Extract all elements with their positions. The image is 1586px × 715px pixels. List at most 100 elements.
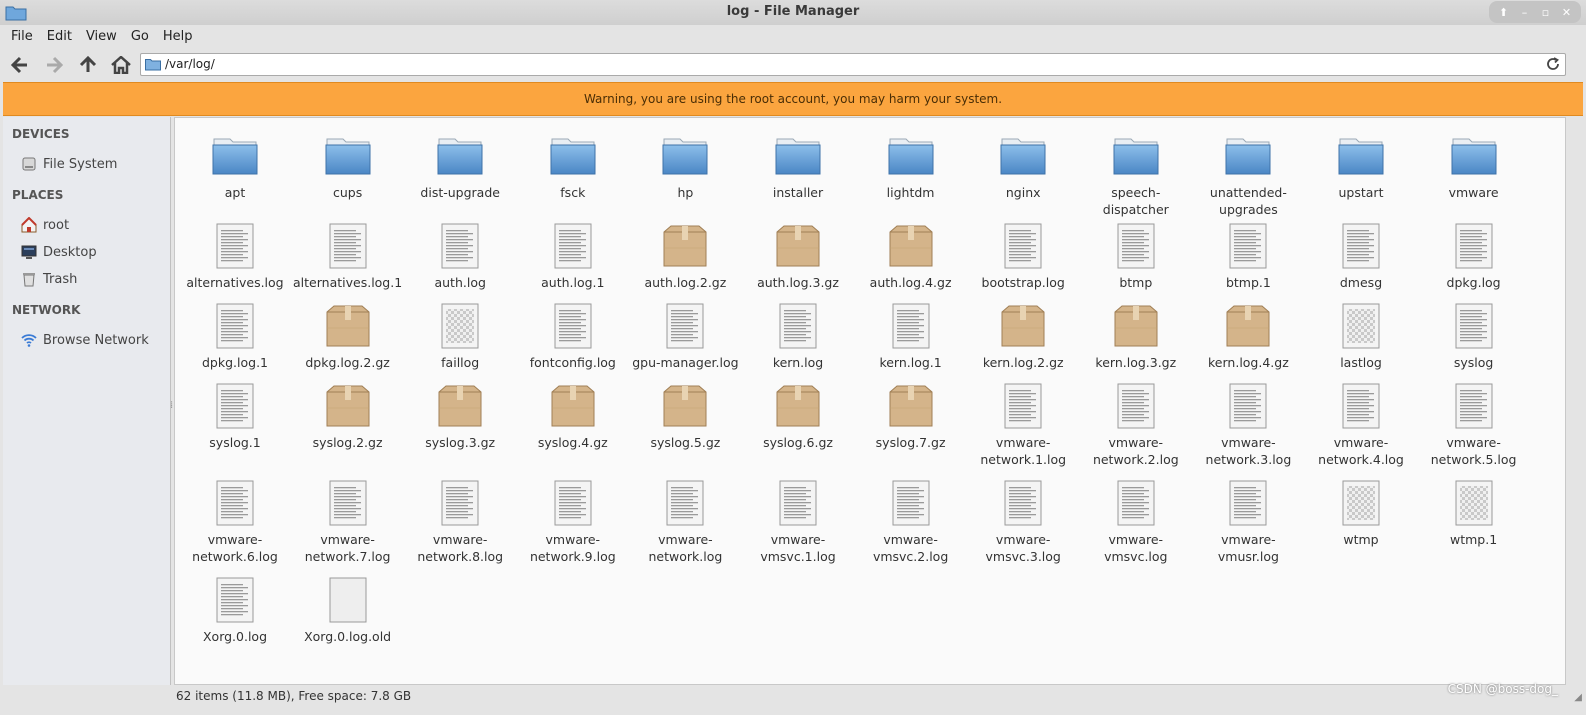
file-item[interactable]: vmware-network.5.log	[1418, 382, 1530, 468]
file-item[interactable]: vmware-network.8.log	[404, 479, 516, 565]
folder-item[interactable]: fsck	[517, 132, 629, 201]
file-item[interactable]: syslog.1	[179, 382, 291, 451]
file-item[interactable]: btmp.1	[1192, 222, 1304, 291]
folder-item[interactable]: nginx	[967, 132, 1079, 201]
folder-item[interactable]: speech-dispatcher	[1080, 132, 1192, 218]
item-label: auth.log	[434, 275, 486, 290]
file-item[interactable]: gpu-manager.log	[629, 302, 741, 371]
folder-item[interactable]: vmware	[1418, 132, 1530, 201]
menu-file[interactable]: File	[4, 29, 40, 44]
item-label: auth.log.1	[541, 275, 605, 290]
folder-icon	[1450, 132, 1498, 180]
file-item[interactable]: syslog.5.gz	[629, 382, 741, 451]
file-item[interactable]: Xorg.0.log	[179, 576, 291, 645]
binary-file-icon	[1337, 479, 1385, 527]
file-item[interactable]: alternatives.log.1	[292, 222, 404, 291]
file-item[interactable]: auth.log.1	[517, 222, 629, 291]
title-bar[interactable]: log - File Manager ⬆ – ▫ ✕	[0, 0, 1586, 25]
folder-item[interactable]: hp	[629, 132, 741, 201]
folder-item[interactable]: unattended-upgrades	[1192, 132, 1304, 218]
up-button[interactable]	[76, 53, 100, 77]
item-label: syslog.7.gz	[875, 435, 946, 450]
folder-item[interactable]: dist-upgrade	[404, 132, 516, 201]
file-item[interactable]: vmware-vmsvc.3.log	[967, 479, 1079, 565]
file-item[interactable]: wtmp	[1305, 479, 1417, 548]
file-item[interactable]: auth.log.2.gz	[629, 222, 741, 291]
forward-button[interactable]	[42, 53, 66, 77]
file-item[interactable]: dmesg	[1305, 222, 1417, 291]
resize-grip[interactable]: ◢	[1574, 692, 1582, 703]
file-item[interactable]: vmware-vmusr.log	[1192, 479, 1304, 565]
file-item[interactable]: vmware-vmsvc.2.log	[855, 479, 967, 565]
file-item[interactable]: vmware-network.3.log	[1192, 382, 1304, 468]
text-file-icon	[1224, 222, 1272, 270]
file-item[interactable]: dpkg.log.1	[179, 302, 291, 371]
file-item[interactable]: vmware-network.9.log	[517, 479, 629, 565]
folder-icon	[1112, 132, 1160, 180]
file-item[interactable]: kern.log.3.gz	[1080, 302, 1192, 371]
file-item[interactable]: kern.log.1	[855, 302, 967, 371]
file-item[interactable]: vmware-network.4.log	[1305, 382, 1417, 468]
file-item[interactable]: auth.log	[404, 222, 516, 291]
menu-go[interactable]: Go	[124, 29, 156, 44]
archive-icon	[887, 382, 935, 430]
desktop-icon	[21, 245, 37, 259]
file-item[interactable]: auth.log.4.gz	[855, 222, 967, 291]
location-bar[interactable]: /var/log/	[140, 53, 1566, 76]
folder-item[interactable]: lightdm	[855, 132, 967, 201]
file-item[interactable]: faillog	[404, 302, 516, 371]
folder-item[interactable]: installer	[742, 132, 854, 201]
file-item[interactable]: dpkg.log.2.gz	[292, 302, 404, 371]
item-label: kern.log.2.gz	[982, 355, 1064, 370]
reload-icon[interactable]	[1545, 56, 1561, 72]
file-item[interactable]: kern.log.2.gz	[967, 302, 1079, 371]
file-item[interactable]: syslog.4.gz	[517, 382, 629, 451]
file-item[interactable]: alternatives.log	[179, 222, 291, 291]
sidebar-item-browse-network[interactable]: Browse Network	[21, 330, 166, 350]
file-item[interactable]: fontconfig.log	[517, 302, 629, 371]
file-item[interactable]: syslog.6.gz	[742, 382, 854, 451]
folder-item[interactable]: cups	[292, 132, 404, 201]
item-label: syslog.1	[209, 435, 261, 450]
file-item[interactable]: syslog.3.gz	[404, 382, 516, 451]
item-label: vmware-vmusr.log	[1217, 532, 1279, 564]
archive-icon	[774, 222, 822, 270]
file-item[interactable]: kern.log	[742, 302, 854, 371]
file-item[interactable]: kern.log.4.gz	[1192, 302, 1304, 371]
file-item[interactable]: vmware-network.2.log	[1080, 382, 1192, 468]
sidebar-item-root[interactable]: root	[21, 215, 166, 235]
minimize-button[interactable]: –	[1518, 5, 1532, 19]
text-file-icon	[999, 479, 1047, 527]
file-item[interactable]: dpkg.log	[1418, 222, 1530, 291]
file-item[interactable]: syslog.2.gz	[292, 382, 404, 451]
home-button[interactable]	[109, 53, 133, 77]
file-item[interactable]: vmware-vmsvc.log	[1080, 479, 1192, 565]
file-item[interactable]: lastlog	[1305, 302, 1417, 371]
back-button[interactable]	[8, 53, 32, 77]
pin-button[interactable]: ⬆	[1497, 5, 1511, 19]
folder-item[interactable]: upstart	[1305, 132, 1417, 201]
icon-view[interactable]: apt cups dist-upgrade fsck hp installer lightd…	[174, 117, 1566, 685]
file-item[interactable]: syslog.7.gz	[855, 382, 967, 451]
file-item[interactable]: wtmp.1	[1418, 479, 1530, 548]
folder-item[interactable]: apt	[179, 132, 291, 201]
file-item[interactable]: vmware-network.7.log	[292, 479, 404, 565]
file-item[interactable]: vmware-network.6.log	[179, 479, 291, 565]
sidebar-item-trash[interactable]: Trash	[21, 269, 166, 289]
maximize-button[interactable]: ▫	[1539, 5, 1553, 19]
file-item[interactable]: auth.log.3.gz	[742, 222, 854, 291]
file-item[interactable]: btmp	[1080, 222, 1192, 291]
file-item[interactable]: Xorg.0.log.old	[292, 576, 404, 645]
file-item[interactable]: vmware-network.log	[629, 479, 741, 565]
menu-help[interactable]: Help	[156, 29, 200, 44]
sidebar-item-desktop[interactable]: Desktop	[21, 242, 166, 262]
file-item[interactable]: vmware-vmsvc.1.log	[742, 479, 854, 565]
file-item[interactable]: vmware-network.1.log	[967, 382, 1079, 468]
menu-view[interactable]: View	[79, 29, 124, 44]
text-file-icon	[436, 222, 484, 270]
close-button[interactable]: ✕	[1560, 5, 1574, 19]
sidebar-item-file-system[interactable]: File System	[21, 154, 166, 174]
menu-edit[interactable]: Edit	[40, 29, 79, 44]
file-item[interactable]: bootstrap.log	[967, 222, 1079, 291]
file-item[interactable]: syslog	[1418, 302, 1530, 371]
